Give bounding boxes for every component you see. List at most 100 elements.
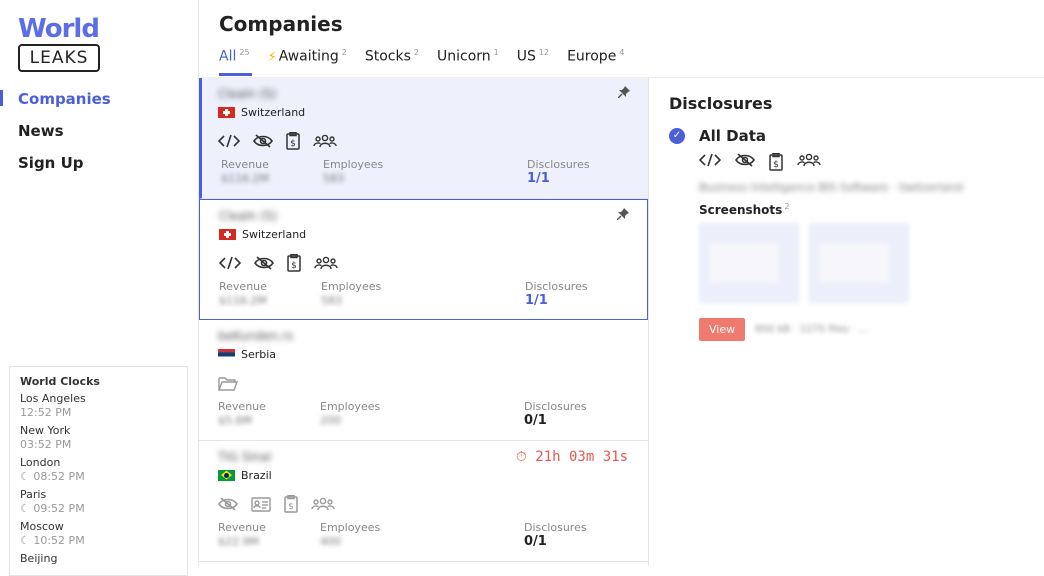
employees-stat: Employees 583 <box>321 280 381 309</box>
disclosures-label: Disclosures <box>527 158 590 171</box>
revenue-stat: Revenue $116.2M <box>219 280 267 309</box>
data-type-icons <box>218 372 629 394</box>
disclosures-label: Disclosures <box>525 280 588 293</box>
clock-city: Los Angeles <box>20 392 86 405</box>
employees-value: 583 <box>323 172 344 185</box>
employees-stat: Employees 583 <box>323 158 383 187</box>
pin-icon[interactable] <box>618 86 630 98</box>
people-icon <box>314 256 338 270</box>
financial-document-icon: $ <box>287 254 301 272</box>
stopwatch-icon: ⏱ <box>515 449 527 465</box>
page-title: Companies <box>219 12 343 36</box>
revenue-stat: Revenue $22.9M <box>218 521 266 550</box>
disclosures-stat: Disclosures 0/1 <box>524 400 587 429</box>
revenue-value: $116.2M <box>221 172 269 185</box>
data-type-icons: $ <box>699 153 1024 171</box>
code-icon <box>218 134 240 148</box>
screenshot-thumbnail[interactable] <box>699 223 799 303</box>
pin-icon[interactable] <box>617 208 629 220</box>
code-icon <box>699 153 721 171</box>
nav-item-sign-up[interactable]: Sign Up <box>0 152 199 184</box>
company-stats: Revenue $22.9M Employees 400 Disclosures… <box>218 521 629 553</box>
switzerland-flag-icon <box>218 106 235 118</box>
financial-document-icon: $ <box>284 495 298 513</box>
world-clocks-panel: World Clocks Los Angeles 12:52 PM New Yo… <box>9 366 188 576</box>
clock-time: 03:52 PM <box>20 438 72 451</box>
financial-document-icon: $ <box>286 132 300 150</box>
company-card[interactable]: TIG Sinal Brazil ⏱ 21h 03m 31s $ Revenue… <box>199 441 648 562</box>
id-card-icon <box>251 496 271 512</box>
company-country: Serbia <box>218 346 629 362</box>
company-stats: Revenue $116.2M Employees 583 Disclosure… <box>219 280 628 312</box>
clock-city: New York <box>20 424 71 437</box>
employees-value: 200 <box>320 414 341 427</box>
all-data-row[interactable]: ✓ All Data <box>669 127 1024 145</box>
tab-count: 2 <box>341 48 347 57</box>
company-name: beKunden.rs <box>218 329 294 343</box>
tab-label: Europe <box>567 48 617 65</box>
clock-new-york: New York 03:52 PM <box>20 424 177 452</box>
company-card[interactable]: Clealn (S) Switzerland $ Revenue $116.2M… <box>199 199 648 320</box>
clock-london: London ☾ 08:52 PM <box>20 456 177 484</box>
company-country: Brazil <box>218 467 629 483</box>
eye-off-icon <box>218 497 238 511</box>
revenue-value: $22.9M <box>218 535 259 548</box>
tab-awaiting[interactable]: ⚡ Awaiting 2 <box>268 48 347 76</box>
serbia-flag-icon <box>218 348 235 360</box>
data-type-icons: $ <box>219 252 628 274</box>
filter-tabs: All 25 ⚡ Awaiting 2 Stocks 2 Unicorn 1 US 12 E… <box>219 48 642 76</box>
screenshots-label-text: Screenshots <box>699 203 783 217</box>
company-country: Switzerland <box>219 226 628 242</box>
employees-stat: Employees 400 <box>320 521 380 550</box>
disclosures-value: 0/1 <box>524 534 547 549</box>
nav-item-companies[interactable]: Companies <box>0 88 199 120</box>
revenue-label: Revenue <box>218 400 266 413</box>
tab-us[interactable]: US 12 <box>517 48 549 76</box>
company-country: Switzerland <box>218 104 629 120</box>
screenshots-label: Screenshots 2 <box>699 202 1024 217</box>
clock-city: Paris <box>20 488 47 501</box>
disclosures-value: 0/1 <box>524 413 547 428</box>
company-card[interactable]: beKunden.rs Serbia Revenue $5.6M Employe… <box>199 320 648 441</box>
countdown-value: 21h 03m 31s <box>535 449 628 465</box>
tab-stocks[interactable]: Stocks 2 <box>365 48 419 76</box>
eye-off-icon <box>253 134 273 148</box>
disclosures-value: 1/1 <box>527 171 550 186</box>
employees-label: Employees <box>323 158 384 171</box>
logo-bottom-text: LEAKS <box>18 44 100 72</box>
revenue-value: $5.6M <box>218 414 252 427</box>
employees-stat: Employees 200 <box>320 400 380 429</box>
eye-off-icon <box>254 256 274 270</box>
tab-unicorn[interactable]: Unicorn 1 <box>437 48 499 76</box>
people-icon <box>797 153 821 171</box>
tab-count: 25 <box>239 48 250 57</box>
world-leaks-logo[interactable]: World LEAKS <box>18 16 102 74</box>
company-list: Clealn (S) Switzerland $ Revenue $116.2M… <box>199 78 649 566</box>
country-name: Serbia <box>241 347 277 361</box>
logo-top-text: World <box>18 14 100 44</box>
clock-los-angeles: Los Angeles 12:52 PM <box>20 392 177 420</box>
view-button[interactable]: View <box>699 318 746 341</box>
data-type-icons: $ <box>218 130 629 152</box>
company-card[interactable]: Clealn (S) Switzerland $ Revenue $116.2M… <box>199 78 648 199</box>
view-meta: 850 kB · 1275 files · ... <box>755 324 868 335</box>
world-clocks-title: World Clocks <box>20 375 100 388</box>
disclosures-stat: Disclosures 0/1 <box>524 521 587 550</box>
nav-item-news[interactable]: News <box>0 120 199 152</box>
screenshot-thumbnail[interactable] <box>809 223 909 303</box>
disclosures-value: 1/1 <box>525 293 548 308</box>
svg-text:$: $ <box>290 139 296 149</box>
company-stats: Revenue $5.6M Employees 200 Disclosures … <box>218 400 629 432</box>
disclosures-title: Disclosures <box>669 94 773 113</box>
tab-europe[interactable]: Europe 4 <box>567 48 624 76</box>
view-row: View 850 kB · 1275 files · ... <box>699 318 1024 341</box>
check-circle-icon: ✓ <box>669 128 685 144</box>
screenshot-thumbnails <box>699 223 1024 303</box>
tab-all[interactable]: All 25 <box>219 48 252 76</box>
disclosures-panel: Disclosures ✓ All Data $ Business Intell… <box>649 78 1044 566</box>
people-icon <box>313 134 337 148</box>
screenshots-count: 2 <box>784 202 790 211</box>
company-name: Clealn (S) <box>219 209 278 223</box>
svg-text:$: $ <box>288 502 294 512</box>
countdown-timer: ⏱ 21h 03m 31s <box>516 449 628 465</box>
